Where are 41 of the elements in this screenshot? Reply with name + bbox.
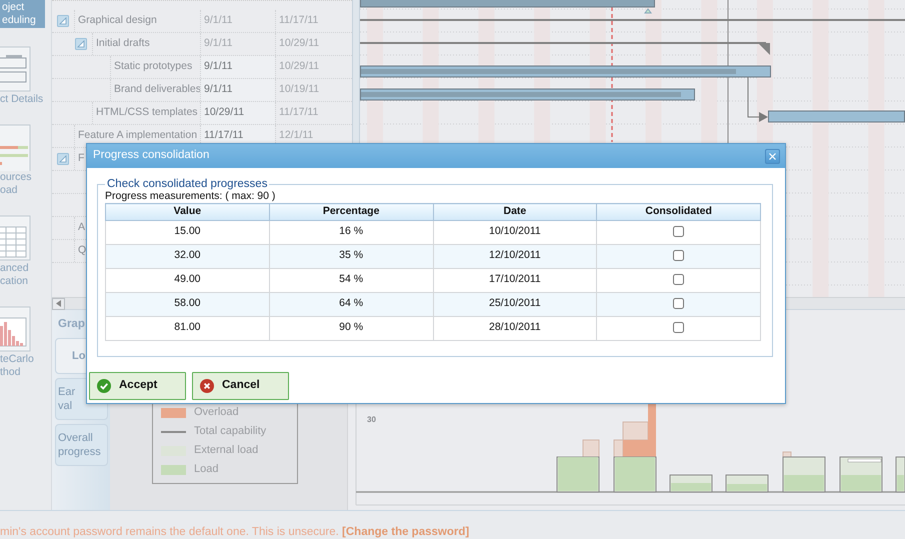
table-cell: 17/10/2011 — [433, 268, 597, 292]
table-caption: Progress measurements: ( max: 90 ) — [105, 190, 276, 203]
table-cell: 54 % — [269, 268, 433, 292]
end-date: 10/29/11 — [279, 59, 320, 74]
table-cell: 15.00 — [106, 220, 270, 244]
group-title: Check consolidated progresses — [106, 177, 268, 191]
table-cell: 35 % — [269, 244, 433, 268]
column-header: Value — [106, 204, 270, 220]
table-cell: 12/10/2011 — [433, 244, 597, 268]
table-cell: 28/10/2011 — [433, 316, 597, 340]
legend-label: Load — [194, 462, 218, 478]
table-cell: 16 % — [269, 220, 433, 244]
end-date: 12/1/11 — [279, 128, 314, 144]
column-header: Date — [433, 204, 597, 220]
table-cell: 49.00 — [106, 268, 270, 292]
table-cell: 64 % — [269, 292, 433, 316]
panel-title: Grap — [57, 317, 86, 332]
start-date: 9/1/11 — [204, 59, 232, 74]
axis-tick-label: 30 — [367, 414, 376, 426]
end-date: 11/17/11 — [279, 105, 318, 120]
end-date: 10/29/11 — [279, 36, 320, 52]
legend-label: External load — [194, 443, 258, 458]
start-date: 9/1/11 — [204, 13, 232, 28]
start-date: 10/29/11 — [204, 105, 244, 120]
column-header: Consolidated — [596, 204, 760, 220]
legend-label: Total capability — [194, 424, 266, 440]
end-date: 10/19/11 — [279, 82, 320, 98]
table-cell: 90 % — [269, 316, 433, 340]
end-date: 11/17/11 — [279, 13, 318, 28]
table-cell: 81.00 — [106, 316, 270, 340]
table-cell: 32.00 — [106, 244, 270, 268]
legend-label: Overload — [194, 405, 239, 420]
table-cell: 10/10/2011 — [433, 220, 597, 244]
start-date: 11/17/11 — [204, 128, 244, 144]
start-date: 9/1/11 — [204, 36, 232, 52]
warning-message: min's account password remains the default one. This is unsecure. [Change the password] — [0, 525, 470, 539]
dialog-title: Progress consolidation — [93, 148, 210, 164]
table-cell: 25/10/2011 — [433, 292, 597, 316]
start-date: 9/1/11 — [204, 82, 232, 98]
column-header: Percentage — [269, 204, 433, 220]
table-cell: 58.00 — [106, 292, 270, 316]
